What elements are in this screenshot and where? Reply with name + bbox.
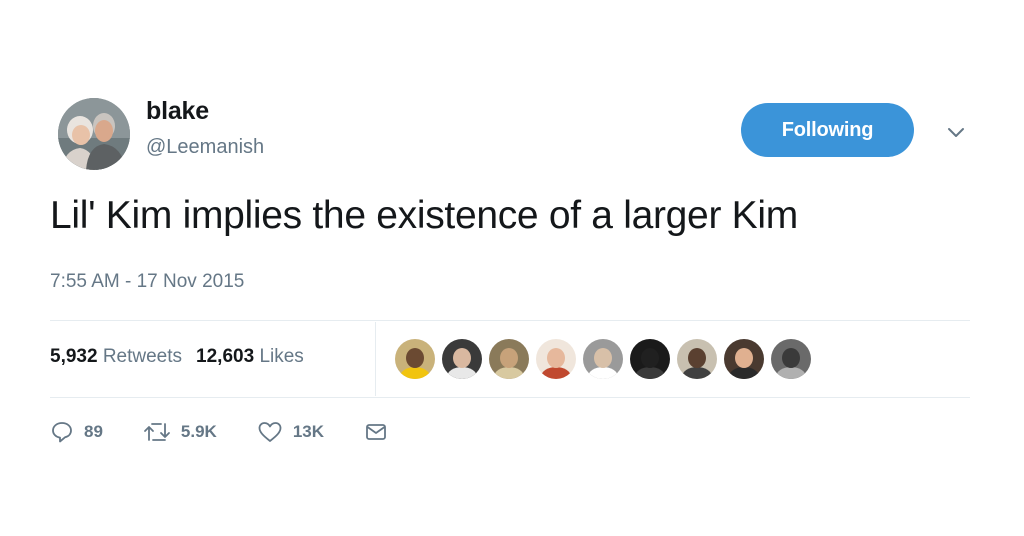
liker-face	[735, 348, 753, 368]
liker-body	[682, 367, 712, 379]
liker-face	[594, 348, 612, 368]
liker-body	[729, 367, 759, 379]
likes-label: Likes	[259, 346, 304, 367]
liker-body	[541, 367, 571, 379]
liker-avatar-2[interactable]	[442, 339, 482, 379]
envelope-icon	[366, 424, 386, 440]
liker-face	[641, 348, 659, 368]
reply-count: 89	[84, 422, 103, 441]
divider-bottom	[50, 397, 970, 398]
retweets-count: 5,932	[50, 346, 98, 367]
liker-face	[406, 348, 424, 368]
tweet-actions: 89 5.9K 13K	[50, 420, 438, 444]
profile-photo-icon	[58, 98, 130, 170]
liker-avatar-5[interactable]	[583, 339, 623, 379]
liker-avatars	[395, 339, 818, 379]
heart-icon	[258, 422, 282, 442]
like-button[interactable]: 13K	[257, 420, 324, 444]
liker-face	[547, 348, 565, 368]
likes-count: 12,603	[196, 346, 255, 367]
liker-face	[453, 348, 471, 368]
user-display-name[interactable]: blake	[146, 97, 209, 126]
following-button[interactable]: Following	[741, 103, 914, 157]
liker-avatar-7[interactable]	[677, 339, 717, 379]
liker-face	[782, 348, 800, 368]
liker-face	[688, 348, 706, 368]
stats-separator	[375, 322, 376, 396]
retweet-count: 5.9K	[180, 422, 217, 441]
user-avatar[interactable]	[58, 98, 130, 170]
retweet-button[interactable]: 5.9K	[143, 420, 217, 444]
reply-button[interactable]: 89	[50, 420, 103, 444]
liker-avatar-1[interactable]	[395, 339, 435, 379]
reply-icon	[52, 422, 72, 443]
likes-stat[interactable]: 12,603 Likes	[196, 346, 304, 368]
liker-avatar-9[interactable]	[771, 339, 811, 379]
direct-message-button[interactable]	[364, 420, 398, 444]
liker-body	[635, 367, 665, 379]
retweet-icon	[144, 423, 170, 441]
liker-avatar-6[interactable]	[630, 339, 670, 379]
chevron-down-icon[interactable]	[945, 121, 967, 143]
liker-body	[400, 367, 430, 379]
tweet-card: blake @Leemanish Following Lil' Kim impl…	[48, 0, 970, 536]
liker-body	[447, 367, 477, 379]
retweets-label: Retweets	[102, 346, 183, 367]
tweet-timestamp[interactable]: 7:55 AM - 17 Nov 2015	[50, 271, 244, 293]
user-handle[interactable]: @Leemanish	[146, 136, 264, 159]
tweet-text: Lil' Kim implies the existence of a larg…	[50, 194, 798, 237]
liker-body	[776, 367, 806, 379]
like-count: 13K	[292, 422, 325, 441]
tweet-stats: 5,932 Retweets 12,603 Likes	[50, 346, 318, 368]
liker-avatar-4[interactable]	[536, 339, 576, 379]
retweets-stat[interactable]: 5,932 Retweets	[50, 346, 182, 368]
divider-top	[50, 320, 970, 321]
liker-body	[588, 367, 618, 379]
liker-avatar-3[interactable]	[489, 339, 529, 379]
liker-face	[500, 348, 518, 368]
liker-avatar-8[interactable]	[724, 339, 764, 379]
liker-body	[494, 367, 524, 379]
